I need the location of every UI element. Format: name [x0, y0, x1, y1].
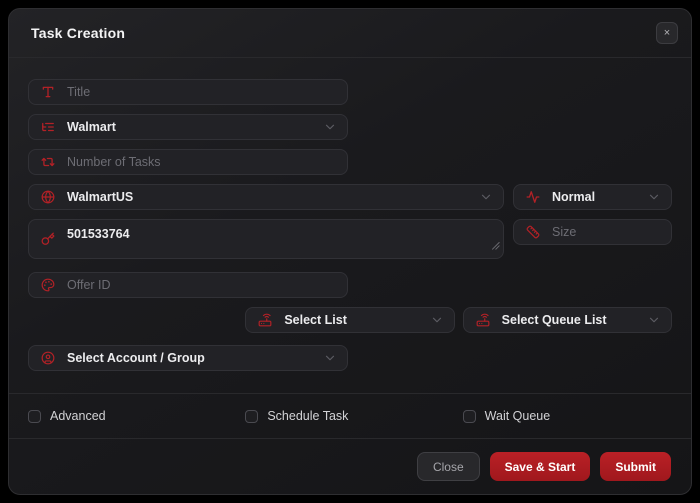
select-list-value: Select List [284, 313, 347, 327]
select-queue-list-dropdown[interactable]: Select Queue List [463, 307, 672, 333]
chevron-down-icon [647, 190, 661, 204]
advanced-checkbox[interactable] [28, 410, 41, 423]
category-select[interactable]: Walmart [28, 114, 348, 140]
activity-icon [526, 190, 540, 204]
list-tree-icon [41, 120, 55, 134]
mode-select[interactable]: Normal [513, 184, 672, 210]
chevron-down-icon [323, 120, 337, 134]
mode-value: Normal [552, 190, 595, 204]
spacer [28, 307, 237, 333]
ruler-icon [526, 225, 540, 239]
wait-queue-checkbox[interactable] [463, 410, 476, 423]
router-icon [258, 313, 272, 327]
site-value: WalmartUS [67, 190, 133, 204]
site-select[interactable]: WalmartUS [28, 184, 504, 210]
title-field[interactable] [28, 79, 348, 105]
select-queue-list-value: Select Queue List [502, 313, 607, 327]
router-icon [476, 313, 490, 327]
close-footer-button[interactable]: Close [417, 452, 480, 481]
resize-handle-icon[interactable] [490, 237, 500, 255]
select-list-dropdown[interactable]: Select List [245, 307, 454, 333]
offer-id-input[interactable] [67, 278, 337, 292]
close-button[interactable]: × [656, 22, 678, 44]
wait-queue-option[interactable]: Wait Queue [463, 409, 672, 423]
wait-queue-label: Wait Queue [485, 409, 551, 423]
task-creation-modal: Task Creation × Walmart [8, 8, 692, 495]
modal-footer: Close Save & Start Submit [9, 439, 691, 494]
account-group-value: Select Account / Group [67, 351, 205, 365]
product-input-field[interactable]: 501533764 [28, 219, 504, 259]
chevron-down-icon [323, 351, 337, 365]
type-icon [41, 85, 55, 99]
user-circle-icon [41, 351, 55, 365]
options-row: Advanced Schedule Task Wait Queue [9, 394, 691, 439]
chevron-down-icon [479, 190, 493, 204]
close-icon: × [664, 28, 670, 39]
title-input[interactable] [67, 85, 337, 99]
palette-icon [41, 278, 55, 292]
task-form: Walmart WalmartUS [9, 58, 691, 394]
advanced-option[interactable]: Advanced [28, 409, 237, 423]
category-value: Walmart [67, 120, 116, 134]
schedule-task-option[interactable]: Schedule Task [245, 409, 454, 423]
chevron-down-icon [430, 313, 444, 327]
offer-id-field[interactable] [28, 272, 348, 298]
product-input-textarea[interactable]: 501533764 [67, 220, 497, 258]
chevron-down-icon [647, 313, 661, 327]
modal-header: Task Creation × [9, 9, 691, 58]
account-group-select[interactable]: Select Account / Group [28, 345, 348, 371]
save-and-start-button[interactable]: Save & Start [490, 452, 591, 481]
number-of-tasks-field[interactable] [28, 149, 348, 175]
size-input[interactable] [552, 225, 661, 239]
number-of-tasks-input[interactable] [67, 155, 337, 169]
repeat-icon [41, 155, 55, 169]
page-title: Task Creation [31, 25, 125, 41]
submit-button[interactable]: Submit [600, 452, 671, 481]
advanced-label: Advanced [50, 409, 106, 423]
schedule-task-label: Schedule Task [267, 409, 348, 423]
key-icon [41, 232, 55, 246]
schedule-task-checkbox[interactable] [245, 410, 258, 423]
globe-icon [41, 190, 55, 204]
size-field[interactable] [513, 219, 672, 245]
